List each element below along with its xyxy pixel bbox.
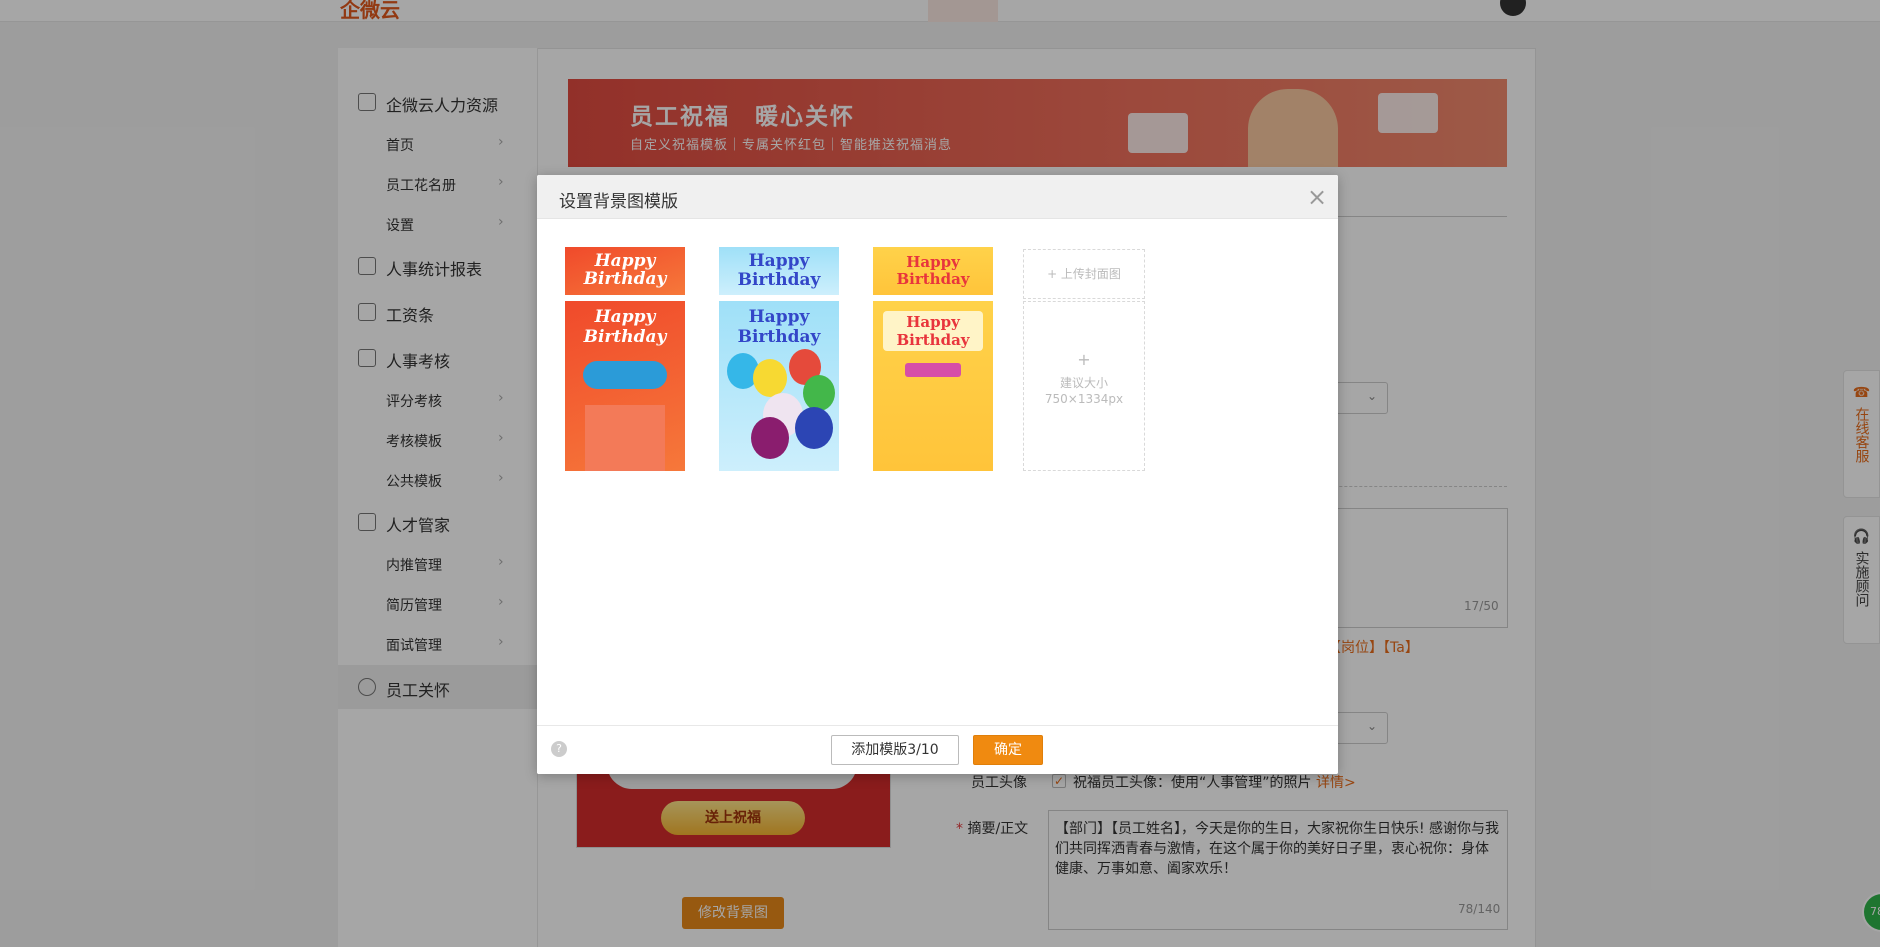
template-card-blue[interactable]: Happy Birthday Happy Birthday bbox=[719, 247, 839, 471]
background-template-dialog: 设置背景图模版 × Happy Birthday Happy Birthday … bbox=[537, 175, 1338, 774]
template-title: Birthday bbox=[737, 270, 821, 290]
template-cover-strip: Happy Birthday bbox=[565, 247, 685, 295]
template-figures bbox=[583, 361, 667, 389]
template-card-yellow[interactable]: Happy Birthday Happy Birthday bbox=[873, 247, 993, 471]
plus-icon: + bbox=[1077, 350, 1091, 369]
close-icon[interactable]: × bbox=[1307, 183, 1327, 211]
template-title: Birthday bbox=[583, 327, 667, 347]
template-cover-strip: Happy Birthday bbox=[719, 247, 839, 295]
balloon bbox=[751, 417, 789, 459]
template-title: Happy bbox=[748, 251, 810, 271]
dialog-title: 设置背景图模版 bbox=[559, 192, 678, 212]
template-background: Happy Birthday bbox=[719, 301, 839, 471]
template-gift-box bbox=[585, 405, 665, 471]
template-cover-strip: Happy Birthday bbox=[873, 247, 993, 295]
template-title: Happy bbox=[906, 253, 960, 271]
balloon bbox=[803, 375, 835, 411]
dialog-footer: ? 添加模版3/10 确定 bbox=[537, 725, 1338, 774]
upload-cover-button[interactable]: + 上传封面图 bbox=[1023, 249, 1145, 299]
template-background: Happy Birthday bbox=[565, 301, 685, 471]
template-title: Birthday bbox=[896, 331, 970, 349]
template-background: Happy Birthday bbox=[873, 301, 993, 471]
confirm-button[interactable]: 确定 bbox=[973, 735, 1043, 765]
add-template-button[interactable]: 添加模版3/10 bbox=[831, 735, 959, 765]
suggest-size-value: 750×1334px bbox=[1044, 392, 1124, 406]
template-title: Happy bbox=[594, 251, 656, 271]
template-card-red[interactable]: Happy Birthday Happy Birthday bbox=[565, 247, 685, 471]
help-icon[interactable]: ? bbox=[551, 741, 567, 757]
balloon bbox=[795, 407, 833, 449]
upload-background-button[interactable]: + 建议大小 750×1334px bbox=[1023, 301, 1145, 471]
dialog-header: 设置背景图模版 × bbox=[537, 175, 1338, 219]
template-title: Happy bbox=[906, 313, 960, 331]
suggest-size-label: 建议大小 bbox=[1059, 376, 1108, 390]
template-title: Birthday bbox=[583, 269, 667, 289]
template-title: Birthday bbox=[737, 327, 821, 347]
balloon bbox=[753, 359, 787, 397]
template-title: Birthday bbox=[896, 270, 970, 288]
template-title: Happy bbox=[748, 307, 810, 327]
template-title: Happy bbox=[594, 307, 656, 327]
template-decoration bbox=[905, 363, 961, 377]
